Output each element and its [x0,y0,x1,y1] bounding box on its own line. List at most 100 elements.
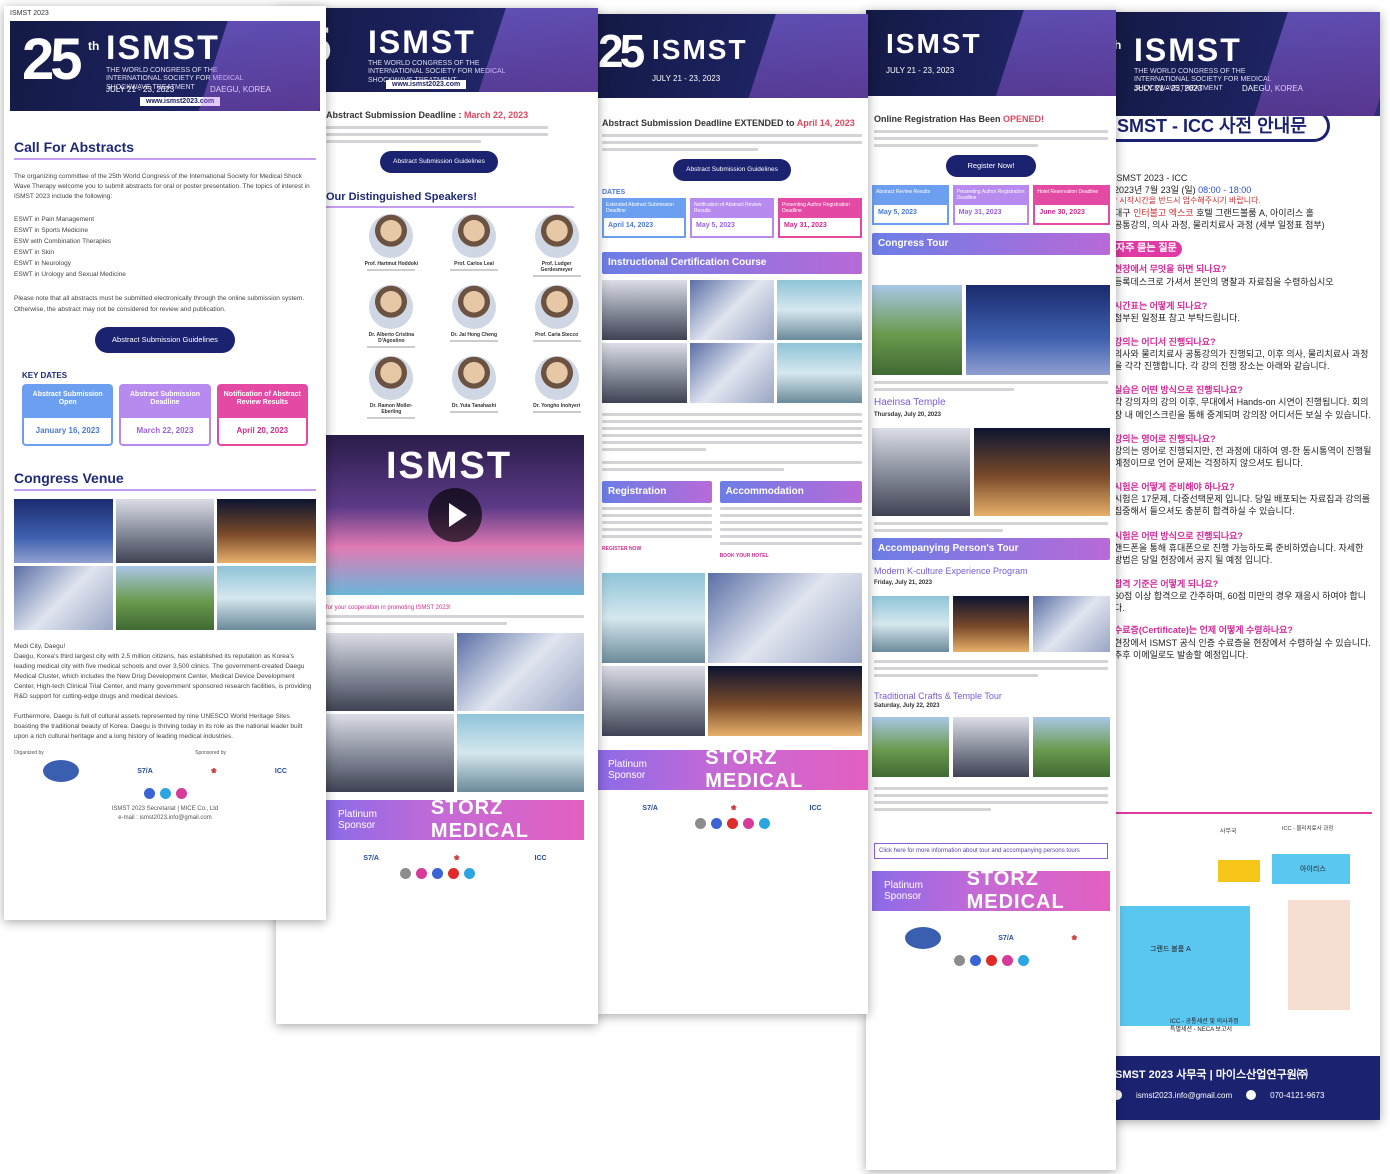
banner: ISMST JULY 21 - 23, 2023 [866,10,1116,96]
facebook-icon[interactable] [431,868,443,879]
icc-bar: Instructional Certification Course [602,252,862,274]
venue-photo [217,565,316,630]
tour-photo [872,428,970,516]
book-hotel-link[interactable]: BOOK YOUR HOTEL [720,553,862,559]
guidelines-button[interactable]: Abstract Submission Guidelines [673,159,791,181]
home-icon[interactable] [953,955,965,966]
register-now-link[interactable]: REGISTER NOW [602,546,712,552]
event-photos [326,633,584,792]
sponsor-logo: ❀ [1071,935,1078,942]
speaker-card: Dr. Jai Hong Cheng [444,285,504,350]
facebook-icon[interactable] [710,818,722,829]
extended-deadline-title: Abstract Submission Deadline EXTENDED to… [602,118,855,128]
venue-photo [14,498,113,563]
list-item: ESWT in Sports Medicine [14,227,88,235]
speaker-photo [369,285,414,329]
home-icon[interactable] [399,868,411,879]
speaker-photo [534,356,579,400]
faq-item: 현장에서 무엇을 하면 되나요? 등록데스크로 가셔서 본인의 명찰과 자료집을 … [1114,264,1334,287]
footer-phone: 070-4121-9673 [1270,1090,1325,1100]
speaker-card: Prof. Hartmut Hoddoki [361,214,421,279]
youtube-icon[interactable] [447,868,459,879]
faq-item: 합격 기준은 어떻게 되나요? 60점 이상 합격으로 간주하며, 60점 미만의… [1114,579,1367,614]
facebook-icon[interactable] [143,788,155,800]
guidelines-button[interactable]: Abstract Submission Guidelines [95,326,235,353]
sponsor-logo: ICC [274,767,287,775]
instagram-icon[interactable] [742,818,754,829]
social-links [4,788,326,800]
twitter-icon[interactable] [159,788,171,800]
key-date-notification: Notification of Abstract Review Results A… [216,383,308,446]
banner-number: 25 [22,27,82,92]
play-icon[interactable] [428,488,482,542]
congress-tour-bar: Congress Tour [872,233,1110,255]
event-photo [326,633,454,711]
topic-list: ESWT in Pain Management ESWT in Sports M… [4,214,326,280]
hotel-photos [602,573,862,736]
banner: 25 th ISMST THE WORLD CONGRESS OF THE IN… [10,21,320,111]
social-links [596,818,868,829]
icc-guide-sheet: th ISMST THE WORLD CONGRESS OF THE INTER… [1112,12,1380,1120]
key-date: Extended Abstract Submission Deadline Apr… [602,198,686,238]
footer: ISMST 2023 Secretariat | MICE Co., Ltd e… [4,805,326,823]
tour-photo [1033,596,1111,652]
sponsor-logo: ICC [534,854,547,862]
instagram-icon[interactable] [175,788,187,800]
sponsor-logo: ❀ [210,768,217,776]
key-date-open: Abstract Submission Open January 16, 2023 [22,383,114,446]
speaker-card: Prof. Ludger Gerdesmeyer [527,214,587,279]
twitter-icon[interactable] [463,868,475,879]
footer-email[interactable]: ismst2023.info@gmail.com [1136,1091,1232,1100]
submission-note: Please note that all abstracts must be s… [14,295,305,313]
more-info-link[interactable]: Click here for more information about to… [874,843,1108,859]
registration-bar: Registration [602,481,712,503]
register-now-button[interactable]: Register Now! [946,155,1036,177]
instagram-icon[interactable] [415,868,427,879]
faq-item: 시험은 어떤 방식으로 진행되나요? 핸드폰을 통해 휴대폰으로 진행 가능하도록… [1114,530,1364,565]
phone-icon [1246,1090,1257,1100]
twitter-icon[interactable] [758,818,770,829]
tour-photo [966,285,1110,375]
faq-item: 시간표는 어떻게 되나요? 첨부된 일정표 참고 부탁드립니다. [1114,300,1240,323]
hotel-photo [707,666,862,736]
sponsor-logo: ICC [809,804,822,812]
faq-item: 시험은 어떻게 준비해야 하나요? 시험은 17문제, 다중선택문제 입니다. 당… [1114,482,1371,517]
organizer-logos: S7/A ❀ ICC [14,760,316,783]
tour-photo [872,717,949,777]
faq-item: 강의는 어디서 진행되나요? 의사와 물리치료사 공통강의가 진행되고, 이후 의… [1114,336,1369,372]
instagram-icon[interactable] [1001,955,1013,966]
promo-video[interactable]: ISMST [326,435,584,595]
speaker-card: Dr. Ramon Moller-Eberling [361,356,421,421]
extended-deadline-newsletter: 25 ISMST JULY 21 - 23, 2023 Abstract Sub… [596,14,868,1014]
map-room [1288,900,1350,1010]
icc-photo [777,280,862,340]
hotel-photo [602,666,705,736]
reg-open-title: Online Registration Has Been OPENED! [874,114,1045,124]
list-item: ESWT in Urology and Sexual Medicine [14,271,126,279]
facebook-icon[interactable] [969,955,981,966]
banner-url: www.ismst2023.com [140,97,221,106]
banner: th ISMST THE WORLD CONGRESS OF THE INTER… [1112,12,1380,116]
list-item: ESWT in Neurology [14,260,71,268]
list-item: ESW with Combination Therapies [14,238,112,246]
venue-photo [14,565,113,630]
icc-photo [602,280,687,340]
youtube-icon[interactable] [985,955,997,966]
guidelines-button[interactable]: Abstract Submission Guidelines [380,151,498,173]
speaker-photo [534,285,579,329]
footer-email[interactable]: e-mail : ismst2023.info@gmail.com [4,814,326,823]
organizer-logo: S7/A [998,934,1014,942]
list-item: ESWT in Skin [14,249,54,257]
footer-bar: ISMST 2023 사무국 | 마이스산업연구원㈜ ismst2023.inf… [1112,1056,1380,1120]
hotel-photo [602,573,705,663]
youtube-icon[interactable] [726,818,738,829]
home-icon[interactable] [694,818,706,829]
twitter-icon[interactable] [1017,955,1029,966]
platinum-sponsor: Platinum Sponsor STORZ MEDICAL [596,747,868,792]
haeinsa-title: Haeinsa Temple [874,397,946,408]
tour-photo [872,596,949,652]
venue-photo [115,498,215,563]
ismst-logo [904,927,941,949]
banner-logo: ISMST [1134,32,1242,68]
key-dates: Abstract Review Results May 5, 2023 Prese… [872,185,1111,225]
